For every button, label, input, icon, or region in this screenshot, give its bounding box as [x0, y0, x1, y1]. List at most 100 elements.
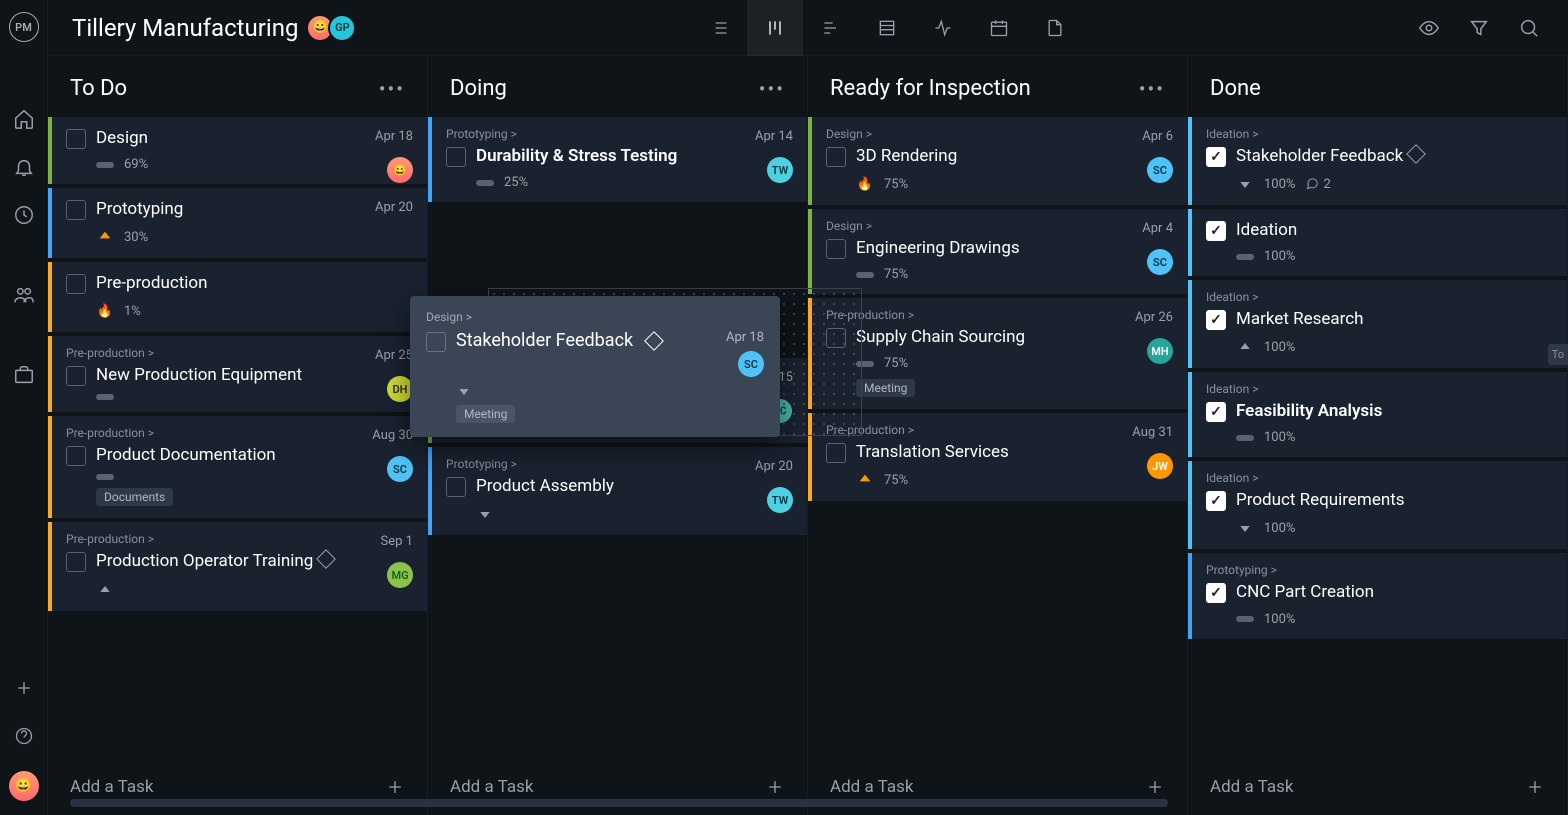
task-checkbox[interactable] — [446, 477, 466, 497]
task-checkbox[interactable] — [1206, 221, 1226, 241]
card-title: Durability & Stress Testing — [476, 145, 677, 167]
task-card[interactable]: Pre-production > Translation Services Au… — [808, 413, 1187, 501]
task-card[interactable]: Pre-production > New Production Equipmen… — [48, 336, 427, 412]
help-icon[interactable] — [11, 723, 37, 749]
card-progress: 100% — [1264, 612, 1295, 627]
card-breadcrumb: Prototyping > — [1206, 563, 1553, 577]
card-date: Aug 31 — [1132, 425, 1173, 440]
main-content: Tillery Manufacturing 😀 GP To Do ••• — [48, 0, 1568, 815]
priority-up-icon — [96, 228, 114, 246]
column-menu-icon[interactable]: ••• — [1139, 77, 1165, 101]
task-card[interactable]: Design Apr 18😀 69% — [48, 117, 427, 184]
left-navigation-rail: PM 😀 — [0, 0, 48, 815]
task-card[interactable]: Ideation 100% — [1188, 209, 1567, 276]
assignee-avatar[interactable]: MH — [1147, 338, 1173, 364]
task-card[interactable]: Pre-production > Supply Chain Sourcing A… — [808, 298, 1187, 409]
task-card[interactable]: Pre-production > Production Operator Tra… — [48, 522, 427, 610]
card-title: Product Requirements — [1236, 489, 1405, 511]
list-view-tab[interactable] — [691, 0, 747, 56]
card-breadcrumb: Pre-production > — [66, 426, 413, 440]
task-card[interactable]: Design > 3D Rendering Apr 6SC 🔥75% — [808, 117, 1187, 205]
task-checkbox[interactable] — [66, 129, 86, 149]
files-view-tab[interactable] — [1027, 0, 1083, 56]
task-card[interactable]: Pre-production 🔥1% — [48, 262, 427, 332]
task-card[interactable]: Ideation > Stakeholder Feedback 100%2 — [1188, 117, 1567, 205]
task-checkbox[interactable] — [826, 239, 846, 259]
activity-view-tab[interactable] — [915, 0, 971, 56]
search-icon[interactable] — [1518, 17, 1540, 39]
task-checkbox[interactable] — [66, 200, 86, 220]
card-title: Ideation — [1236, 219, 1297, 241]
task-checkbox[interactable] — [1206, 583, 1226, 603]
member-avatars[interactable]: 😀 GP — [312, 14, 356, 42]
task-checkbox[interactable] — [66, 274, 86, 294]
card-progress: 25% — [504, 175, 528, 190]
task-card[interactable]: Prototyping > Product Assembly Apr 20TW — [428, 447, 807, 535]
card-title: Stakeholder Feedback — [1236, 145, 1423, 167]
task-card[interactable]: Prototyping > CNC Part Creation 100% — [1188, 553, 1567, 638]
team-icon[interactable] — [11, 282, 37, 308]
task-checkbox[interactable] — [1206, 310, 1226, 330]
task-card[interactable]: Ideation > Market Research 100% — [1188, 280, 1567, 368]
assignee-avatar[interactable]: SC — [738, 351, 764, 377]
card-date: Apr 26 — [1135, 310, 1173, 325]
filter-icon[interactable] — [1468, 17, 1490, 39]
task-checkbox[interactable] — [826, 147, 846, 167]
card-tag[interactable]: Meeting — [456, 405, 515, 423]
horizontal-scrollbar[interactable] — [70, 799, 1168, 807]
task-card[interactable]: Design > Engineering Drawings Apr 4SC 75… — [808, 209, 1187, 294]
card-title: Design — [96, 127, 148, 149]
assignee-avatar[interactable]: 😀 — [387, 157, 413, 183]
assignee-avatar[interactable]: TW — [767, 157, 793, 183]
card-progress: 75% — [884, 473, 908, 488]
add-task-button[interactable]: Add a Task — [1188, 759, 1567, 815]
card-progress: 100% — [1264, 249, 1295, 264]
task-checkbox[interactable] — [826, 443, 846, 463]
notifications-icon[interactable] — [11, 154, 37, 180]
view-switcher — [691, 0, 1083, 56]
activity-icon[interactable] — [11, 202, 37, 228]
board-column: To Do ••• Design Apr 18😀 69% Prototyping — [48, 56, 428, 815]
task-checkbox[interactable] — [66, 552, 86, 572]
add-icon[interactable] — [11, 675, 37, 701]
collapsed-panel-tab[interactable]: To — [1548, 344, 1568, 365]
column-menu-icon[interactable]: ••• — [379, 77, 405, 101]
board-view-tab[interactable] — [747, 0, 803, 56]
task-checkbox[interactable] — [66, 366, 86, 386]
card-progress: 100% — [1264, 177, 1295, 192]
card-tag[interactable]: Documents — [96, 488, 173, 506]
member-avatar[interactable]: GP — [328, 14, 356, 42]
card-title: Translation Services — [856, 441, 1009, 463]
calendar-view-tab[interactable] — [971, 0, 1027, 56]
user-avatar[interactable]: 😀 — [9, 771, 39, 801]
portfolio-icon[interactable] — [11, 362, 37, 388]
task-card[interactable]: Ideation > Product Requirements 100% — [1188, 461, 1567, 549]
home-icon[interactable] — [11, 106, 37, 132]
card-date: Apr 14 — [755, 129, 793, 144]
comment-count[interactable]: 2 — [1305, 177, 1330, 192]
dragging-card[interactable]: Design > Stakeholder Feedback Apr 18 SC … — [410, 296, 780, 437]
task-card[interactable]: Prototyping Apr 20 30% — [48, 188, 427, 258]
sheet-view-tab[interactable] — [859, 0, 915, 56]
task-card[interactable]: Ideation > Feasibility Analysis 100% — [1188, 372, 1567, 457]
gantt-view-tab[interactable] — [803, 0, 859, 56]
project-title: Tillery Manufacturing — [72, 14, 298, 42]
card-breadcrumb: Design > — [426, 310, 764, 324]
card-date: Sep 1 — [381, 534, 413, 549]
task-checkbox[interactable] — [1206, 147, 1226, 167]
assignee-avatar[interactable]: TW — [767, 487, 793, 513]
visibility-icon[interactable] — [1418, 17, 1440, 39]
task-checkbox[interactable] — [446, 147, 466, 167]
task-checkbox[interactable] — [1206, 491, 1226, 511]
assignee-avatar[interactable]: SC — [1147, 157, 1173, 183]
task-card[interactable]: Prototyping > Durability & Stress Testin… — [428, 117, 807, 202]
card-tag[interactable]: Meeting — [856, 379, 915, 397]
task-checkbox[interactable] — [426, 332, 446, 352]
task-checkbox[interactable] — [66, 446, 86, 466]
assignee-avatar[interactable]: SC — [1147, 249, 1173, 275]
task-card[interactable]: Pre-production > Product Documentation A… — [48, 416, 427, 518]
column-menu-icon[interactable]: ••• — [759, 77, 785, 101]
app-logo[interactable]: PM — [9, 12, 39, 42]
task-checkbox[interactable] — [1206, 402, 1226, 422]
column-title: Done — [1210, 76, 1261, 101]
